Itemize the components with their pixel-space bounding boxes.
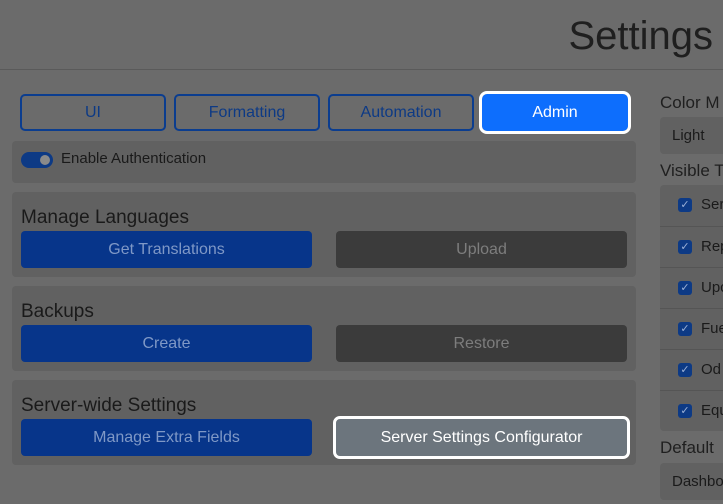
checkbox-icon[interactable]: ✓: [678, 363, 692, 377]
server-settings-card: Server-wide Settings Manage Extra Fields…: [12, 380, 636, 465]
backups-card: Backups Create Restore: [12, 286, 636, 371]
restore-backup-button[interactable]: Restore: [336, 325, 627, 362]
create-backup-button[interactable]: Create: [21, 325, 312, 362]
auth-toggle-label: Enable Authentication: [61, 150, 207, 167]
tab-admin[interactable]: Admin: [479, 91, 631, 134]
header: Settings: [0, 0, 723, 70]
color-mode-label: Color M: [660, 93, 720, 112]
list-item[interactable]: ✓Upc: [660, 267, 723, 308]
list-item[interactable]: ✓Rep: [660, 226, 723, 267]
server-settings-configurator-button[interactable]: Server Settings Configurator: [333, 416, 630, 459]
default-label: Default: [660, 438, 714, 457]
tab-formatting[interactable]: Formatting: [174, 94, 320, 131]
tab-ui[interactable]: UI: [20, 94, 166, 131]
list-item[interactable]: ✓ Fue: [660, 308, 723, 349]
backups-title: Backups: [21, 301, 94, 322]
get-translations-button[interactable]: Get Translations: [21, 231, 312, 268]
checkbox-icon[interactable]: ✓: [678, 240, 692, 254]
checkbox-icon[interactable]: ✓: [678, 322, 692, 336]
auth-toggle[interactable]: [21, 152, 53, 168]
visible-tabs-list: ✓Ser ✓Rep ✓Upc ✓Fue ✓Od ✓Equ: [660, 185, 723, 431]
right-panel: Color M Light Visible T ✓Ser ✓Rep ✓Upc ✓…: [660, 0, 723, 504]
list-item[interactable]: ✓ Od: [660, 349, 723, 390]
default-select[interactable]: Dashbo: [660, 463, 723, 500]
checkbox-icon[interactable]: ✓: [678, 281, 692, 295]
server-settings-title: Server-wide Settings: [21, 395, 197, 416]
tab-automation[interactable]: Automation: [328, 94, 474, 131]
manage-extra-fields-button[interactable]: Manage Extra Fields: [21, 419, 312, 456]
checkbox-icon[interactable]: ✓: [678, 198, 692, 212]
languages-title: Manage Languages: [21, 207, 189, 228]
list-item[interactable]: ✓ Ser: [660, 185, 723, 226]
visible-tabs-label: Visible T: [660, 161, 723, 180]
color-mode-select[interactable]: Light: [660, 117, 723, 154]
auth-card: Enable Authentication: [12, 141, 636, 183]
languages-card: Manage Languages Get Translations Upload: [12, 192, 636, 277]
upload-button[interactable]: Upload: [336, 231, 627, 268]
checkbox-icon[interactable]: ✓: [678, 404, 692, 418]
list-item[interactable]: ✓Equ: [660, 390, 723, 431]
